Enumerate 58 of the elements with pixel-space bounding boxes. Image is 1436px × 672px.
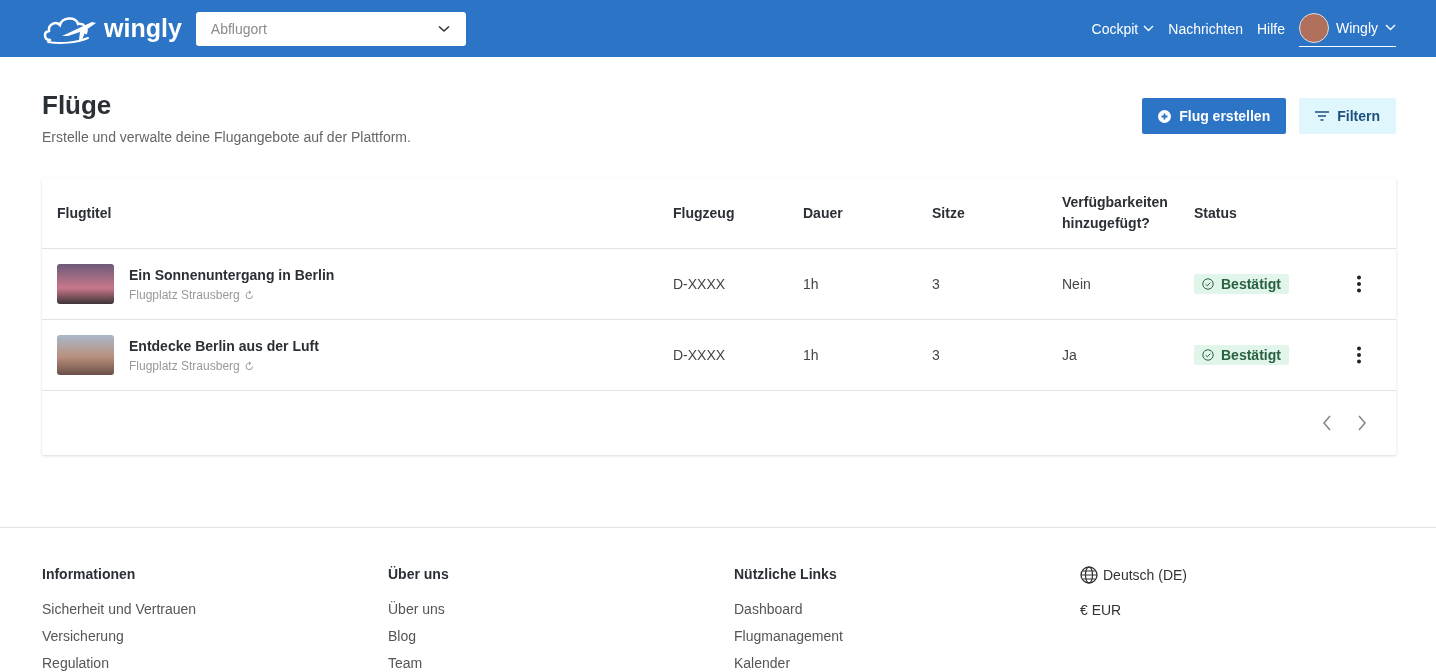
plus-circle-icon: [1158, 109, 1172, 123]
flight-title[interactable]: Entdecke Berlin aus der Luft: [129, 337, 319, 354]
nav-link[interactable]: Hilfe: [1256, 20, 1285, 37]
footer-link[interactable]: Flugmanagement: [734, 623, 843, 650]
table-cell-text: D-XXXX: [673, 276, 727, 292]
table-cell-text: 3: [932, 347, 941, 363]
page-subtitle: Erstelle und verwalte deine Flugangebote auf der Plattform.: [42, 129, 411, 145]
footer-link[interactable]: Team: [388, 650, 423, 672]
column-header: Flugtitel: [57, 203, 113, 223]
page-title: Flüge: [42, 90, 113, 121]
table-cell-text: 1h: [803, 347, 820, 363]
refresh-icon: [244, 289, 254, 300]
photo-placeholder: [57, 335, 114, 375]
nav-dropdown[interactable]: Cockpit: [1091, 20, 1155, 37]
footer-link[interactable]: Über uns: [388, 596, 445, 623]
column-header: Status: [1194, 203, 1238, 223]
flight-title[interactable]: Ein Sonnenuntergang in Berlin: [129, 266, 335, 283]
globe-icon: [1080, 566, 1098, 584]
column-header: Dauer: [803, 203, 844, 223]
footer-link[interactable]: Regulation: [42, 650, 109, 672]
nav-link[interactable]: Nachrichten: [1168, 20, 1243, 37]
refresh-icon: [244, 360, 254, 371]
language-selector[interactable]: Deutsch (DE): [1080, 566, 1188, 584]
create-flight-button[interactable]: Flug erstellen: [1142, 98, 1287, 134]
footer-link[interactable]: Kalender: [734, 650, 791, 672]
footer-heading: Informationen: [42, 566, 136, 582]
user-menu[interactable]: Wingly: [1299, 10, 1396, 47]
footer-heading: Nützliche Links: [734, 566, 837, 582]
footer-link[interactable]: Blog: [388, 623, 417, 650]
filter-icon: [1315, 111, 1330, 121]
column-header: Sitze: [932, 203, 966, 223]
logo-text[interactable]: wingly: [104, 14, 182, 43]
table-cell-text: 3: [932, 276, 941, 292]
airfield-name: Flugplatz Strausberg: [129, 287, 240, 302]
photo-placeholder: [57, 264, 114, 304]
table-cell-text: D-XXXX: [673, 347, 727, 363]
footer-link[interactable]: Sicherheit und Vertrauen: [42, 596, 197, 623]
chevron-left-icon[interactable]: [1322, 415, 1332, 431]
footer-link[interactable]: Dashboard: [734, 596, 803, 623]
status-badge: Bestätigt: [1194, 274, 1289, 294]
table-cell-text: 1h: [803, 276, 820, 292]
filter-button[interactable]: Filtern: [1299, 98, 1396, 134]
status-badge: Bestätigt: [1194, 345, 1289, 365]
more-options-icon[interactable]: [1356, 346, 1362, 364]
airfield-name: Flugplatz Strausberg: [129, 358, 240, 373]
chevron-down-icon: [1143, 25, 1155, 32]
footer-link[interactable]: Versicherung: [42, 623, 124, 650]
more-options-icon[interactable]: [1356, 275, 1362, 293]
chevron-right-icon[interactable]: [1357, 415, 1367, 431]
table-cell-text: Ja: [1062, 347, 1078, 363]
table-cell-text: Nein: [1062, 276, 1092, 292]
departure-select[interactable]: Abflugort: [195, 11, 466, 46]
chevron-down-icon: [1385, 24, 1396, 31]
footer-heading: Über uns: [388, 566, 449, 582]
currency-selector[interactable]: € EUR: [1080, 602, 1122, 618]
column-header: Verfügbarkeiten hinzugefügt?: [1062, 193, 1169, 233]
column-header: Flugzeug: [673, 203, 736, 223]
chevron-down-icon: [437, 24, 450, 33]
